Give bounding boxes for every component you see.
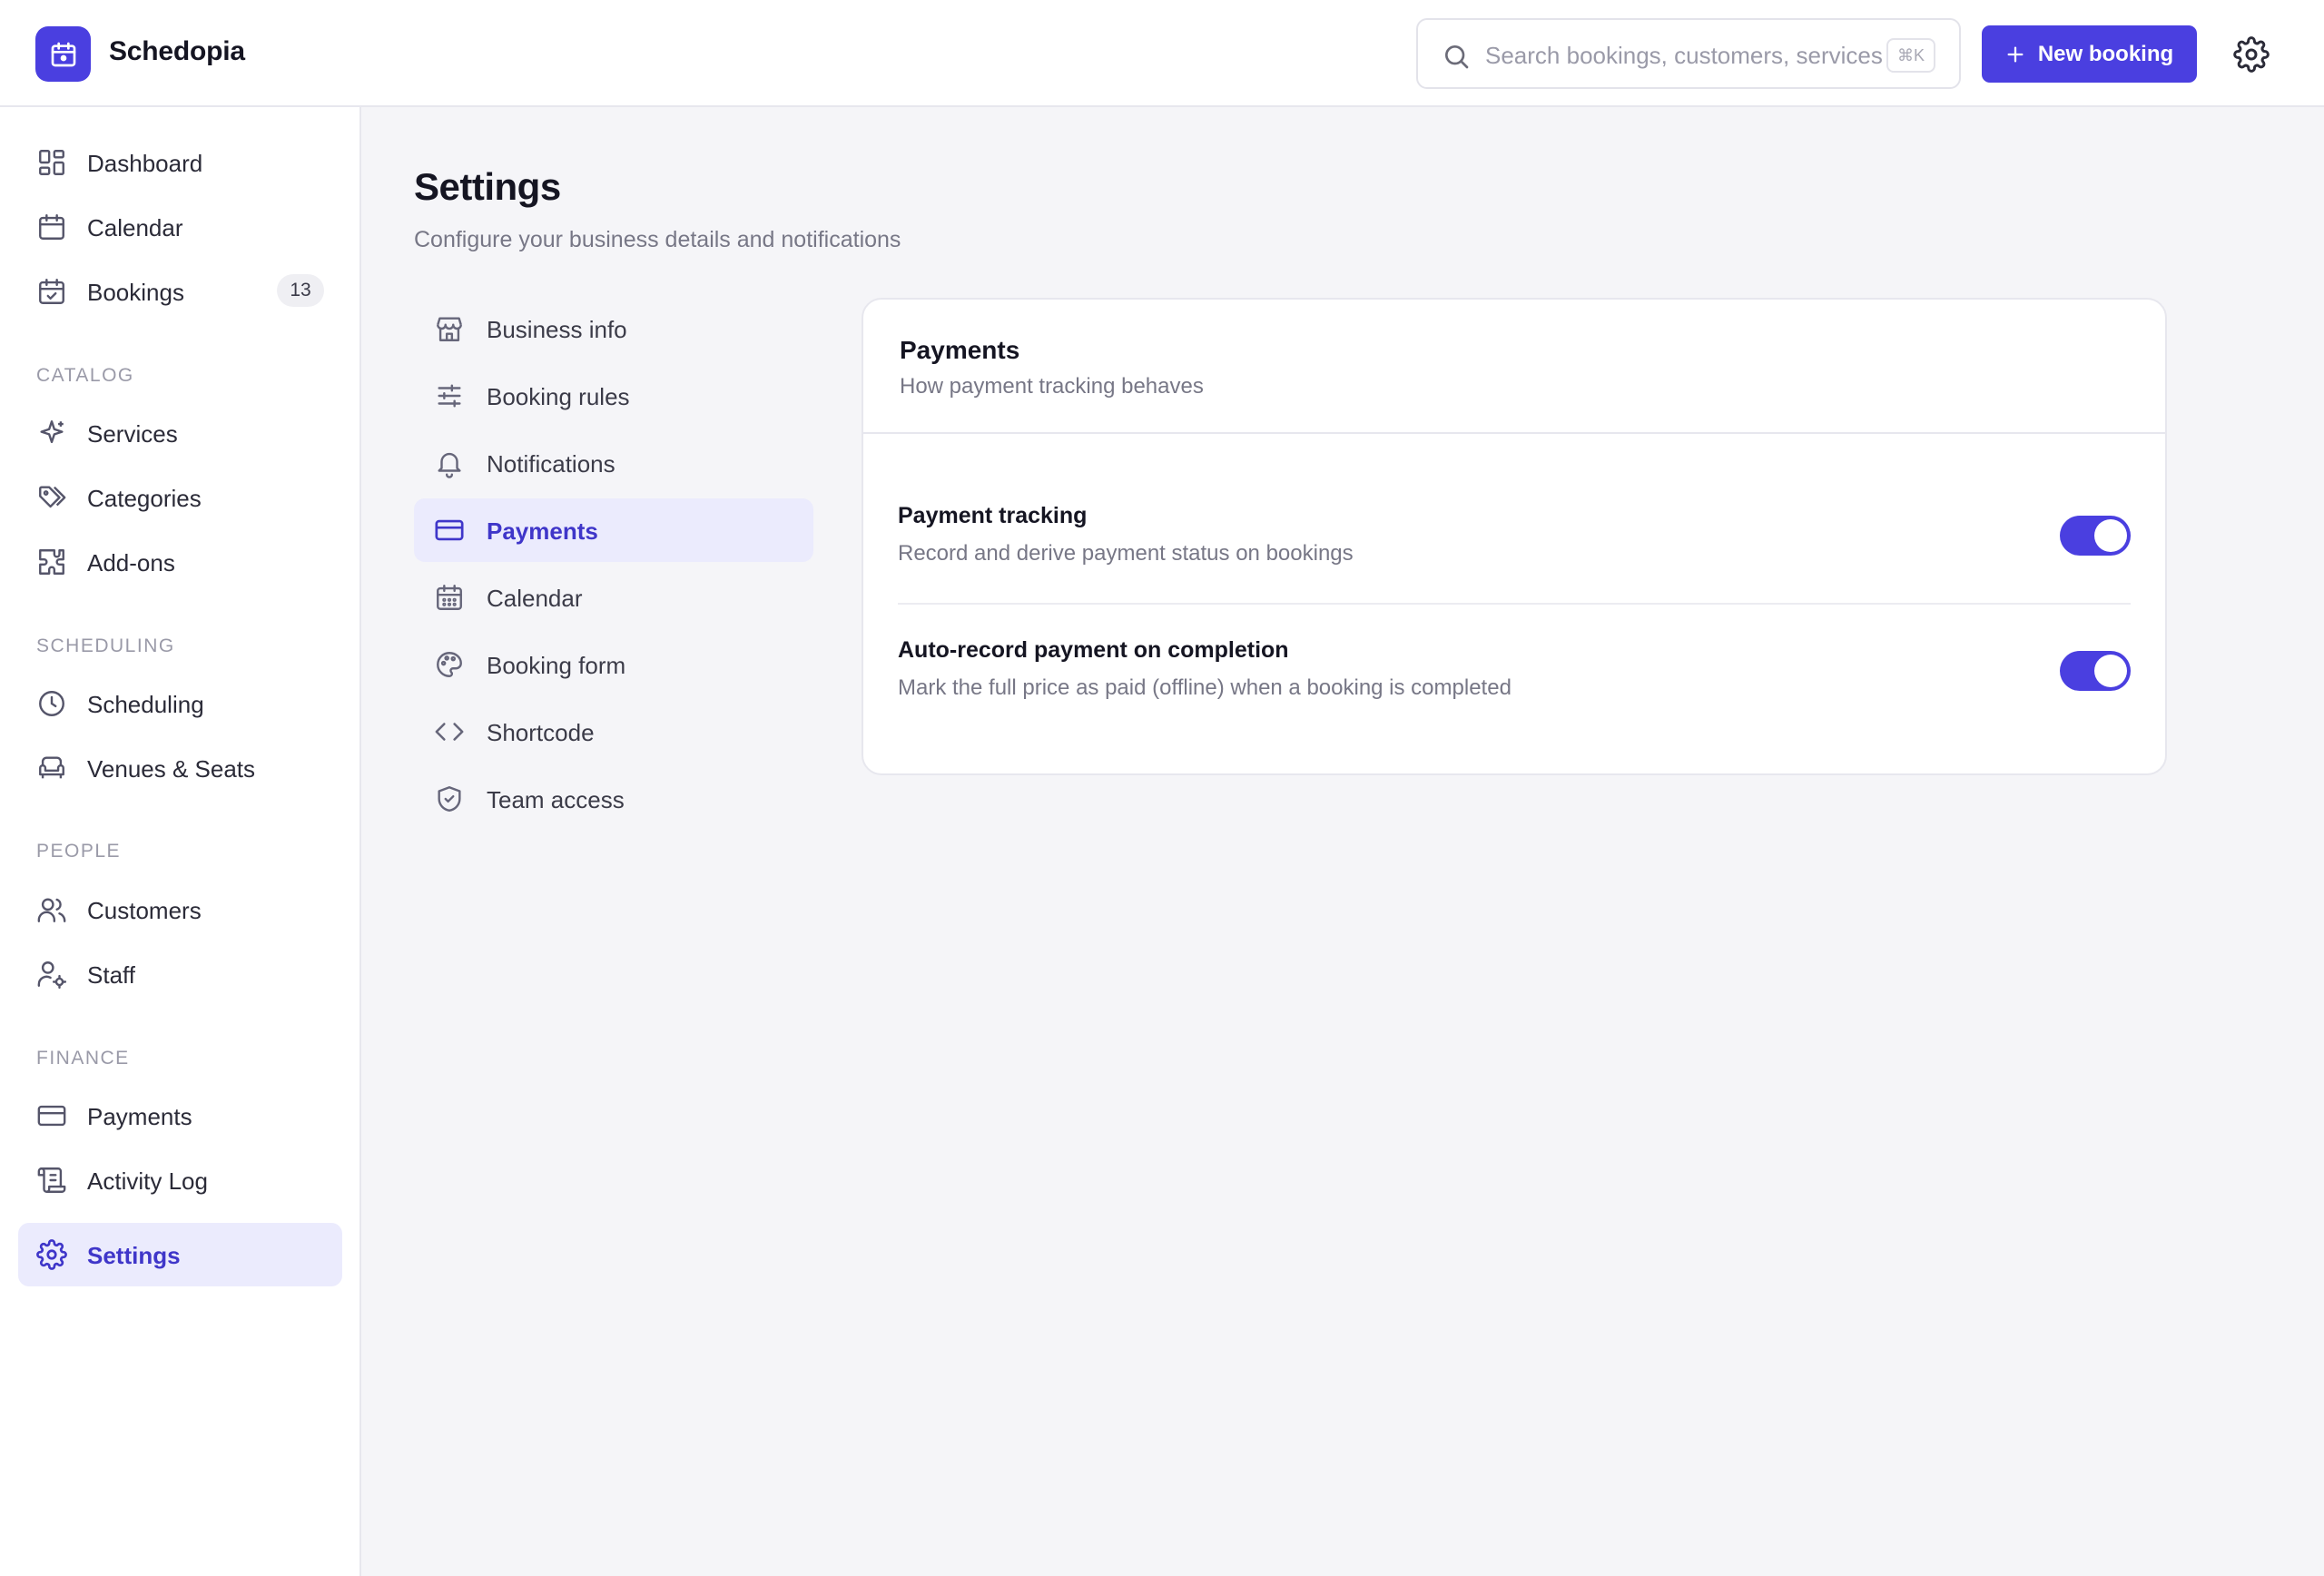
top-bar: Schedopia Search bookings, customers, se… — [0, 0, 2324, 107]
section-label-people: PEOPLE — [36, 841, 122, 862]
code-icon — [435, 723, 464, 741]
store-icon — [437, 317, 462, 341]
sidebar-item-dashboard[interactable]: Dashboard — [18, 131, 342, 194]
gear-icon[interactable] — [2233, 36, 2270, 73]
setting-description: Record and derive payment status on book… — [898, 541, 1354, 566]
tags-icon — [39, 486, 66, 508]
section-label-scheduling: SCHEDULING — [36, 635, 175, 656]
card-header: Payments How payment tracking behaves — [863, 300, 2165, 434]
card-title: Payments — [900, 336, 1020, 364]
sidebar-item-label: Add-ons — [87, 549, 175, 576]
setting-title: Payment tracking — [898, 503, 1088, 528]
payment-tracking-toggle[interactable] — [2060, 516, 2131, 556]
shield-check-icon — [438, 786, 461, 812]
toggle-knob — [2094, 519, 2127, 552]
calendar-logo-icon — [51, 42, 75, 66]
sidebar-item-label: Activity Log — [87, 1167, 208, 1195]
settings-nav-payments[interactable]: Payments — [414, 498, 813, 562]
gear-icon — [36, 1239, 67, 1270]
settings-nav-calendar[interactable]: Calendar — [414, 566, 813, 629]
app-logo[interactable] — [35, 26, 91, 82]
page-subtitle: Configure your business details and noti… — [414, 227, 901, 252]
sidebar-item-label: Customers — [87, 897, 202, 924]
auto-record-toggle[interactable] — [2060, 651, 2131, 691]
sidebar-item-activity-log[interactable]: Activity Log — [18, 1148, 342, 1212]
card-subtitle: How payment tracking behaves — [900, 374, 1204, 399]
sidebar-item-services[interactable]: Services — [18, 401, 342, 465]
sidebar-item-customers[interactable]: Customers — [18, 878, 342, 941]
sidebar-item-label: Calendar — [87, 214, 183, 241]
settings-nav-booking-rules[interactable]: Booking rules — [414, 364, 813, 428]
sidebar-item-bookings[interactable]: Bookings 13 — [18, 260, 342, 323]
settings-nav-label: Booking rules — [487, 383, 630, 410]
sidebar-item-label: Venues & Seats — [87, 755, 256, 783]
sidebar-item-scheduling[interactable]: Scheduling — [18, 672, 342, 735]
sidebar-item-settings[interactable]: Settings — [18, 1223, 342, 1286]
settings-nav-label: Shortcode — [487, 719, 595, 746]
new-booking-label: New booking — [2037, 41, 2174, 66]
sidebar-item-staff[interactable]: Staff — [18, 942, 342, 1006]
bookings-count-badge: 13 — [277, 274, 324, 307]
calendar-grid-icon — [437, 585, 462, 610]
scroll-icon — [37, 1167, 66, 1193]
palette-icon — [437, 652, 462, 677]
calendar-icon — [39, 214, 64, 240]
search-icon — [1445, 45, 1469, 69]
settings-nav-label: Notifications — [487, 450, 615, 478]
search-shortcut: ⌘K — [1886, 38, 1935, 73]
sidebar-item-categories[interactable]: Categories — [18, 466, 342, 529]
settings-nav-label: Calendar — [487, 585, 583, 612]
sidebar-item-label: Staff — [87, 961, 136, 989]
settings-nav-label: Booking form — [487, 652, 626, 679]
setting-description: Mark the full price as paid (offline) wh… — [898, 675, 1512, 700]
settings-nav-label: Business info — [487, 316, 627, 343]
section-label-finance: FINANCE — [36, 1048, 130, 1069]
user-cog-icon — [37, 961, 67, 990]
dashboard-icon — [39, 150, 64, 175]
puzzle-icon — [39, 549, 64, 575]
settings-nav-label: Team access — [487, 786, 625, 813]
page-title: Settings — [414, 165, 561, 208]
app-name: Schedopia — [109, 36, 245, 66]
settings-nav-booking-form[interactable]: Booking form — [414, 633, 813, 696]
toggle-knob — [2094, 655, 2127, 687]
sidebar-item-label: Payments — [87, 1103, 192, 1130]
sparkle-icon — [40, 420, 64, 444]
row-divider — [898, 603, 2131, 605]
users-icon — [37, 898, 66, 922]
settings-nav-team-access[interactable]: Team access — [414, 767, 813, 831]
setting-row-payment-tracking: Payment tracking Record and derive payme… — [898, 503, 2131, 576]
plus-icon — [2007, 46, 2024, 62]
setting-title: Auto-record payment on completion — [898, 637, 1289, 663]
sidebar: Dashboard Calendar Bookings 13 CATALOG S… — [0, 107, 361, 1576]
sidebar-item-venues-seats[interactable]: Venues & Seats — [18, 736, 342, 800]
setting-row-auto-record: Auto-record payment on completion Mark t… — [898, 637, 2131, 710]
clock-icon — [39, 691, 64, 716]
calendar-check-icon — [39, 279, 64, 304]
sidebar-item-payments[interactable]: Payments — [18, 1084, 342, 1148]
new-booking-button[interactable]: New booking — [1982, 25, 2197, 83]
credit-card-icon — [37, 1105, 66, 1127]
sidebar-item-add-ons[interactable]: Add-ons — [18, 530, 342, 594]
sidebar-item-label: Categories — [87, 485, 202, 512]
search-input[interactable]: Search bookings, customers, services ⌘K — [1416, 18, 1961, 89]
sidebar-item-label: Settings — [87, 1242, 181, 1269]
sidebar-item-label: Dashboard — [87, 150, 203, 177]
credit-card-icon — [435, 519, 464, 541]
sliders-icon — [438, 384, 461, 408]
search-placeholder: Search bookings, customers, services — [1485, 42, 1883, 69]
settings-nav-label: Payments — [487, 517, 598, 545]
sidebar-item-label: Services — [87, 420, 178, 448]
bell-icon — [438, 452, 461, 478]
settings-nav-shortcode[interactable]: Shortcode — [414, 700, 813, 763]
sidebar-item-label: Scheduling — [87, 691, 204, 718]
settings-nav-business-info[interactable]: Business info — [414, 297, 813, 360]
sidebar-item-label: Bookings — [87, 279, 184, 306]
section-label-catalog: CATALOG — [36, 365, 134, 386]
settings-nav-notifications[interactable]: Notifications — [414, 431, 813, 495]
armchair-icon — [39, 756, 64, 779]
sidebar-item-calendar[interactable]: Calendar — [18, 195, 342, 259]
